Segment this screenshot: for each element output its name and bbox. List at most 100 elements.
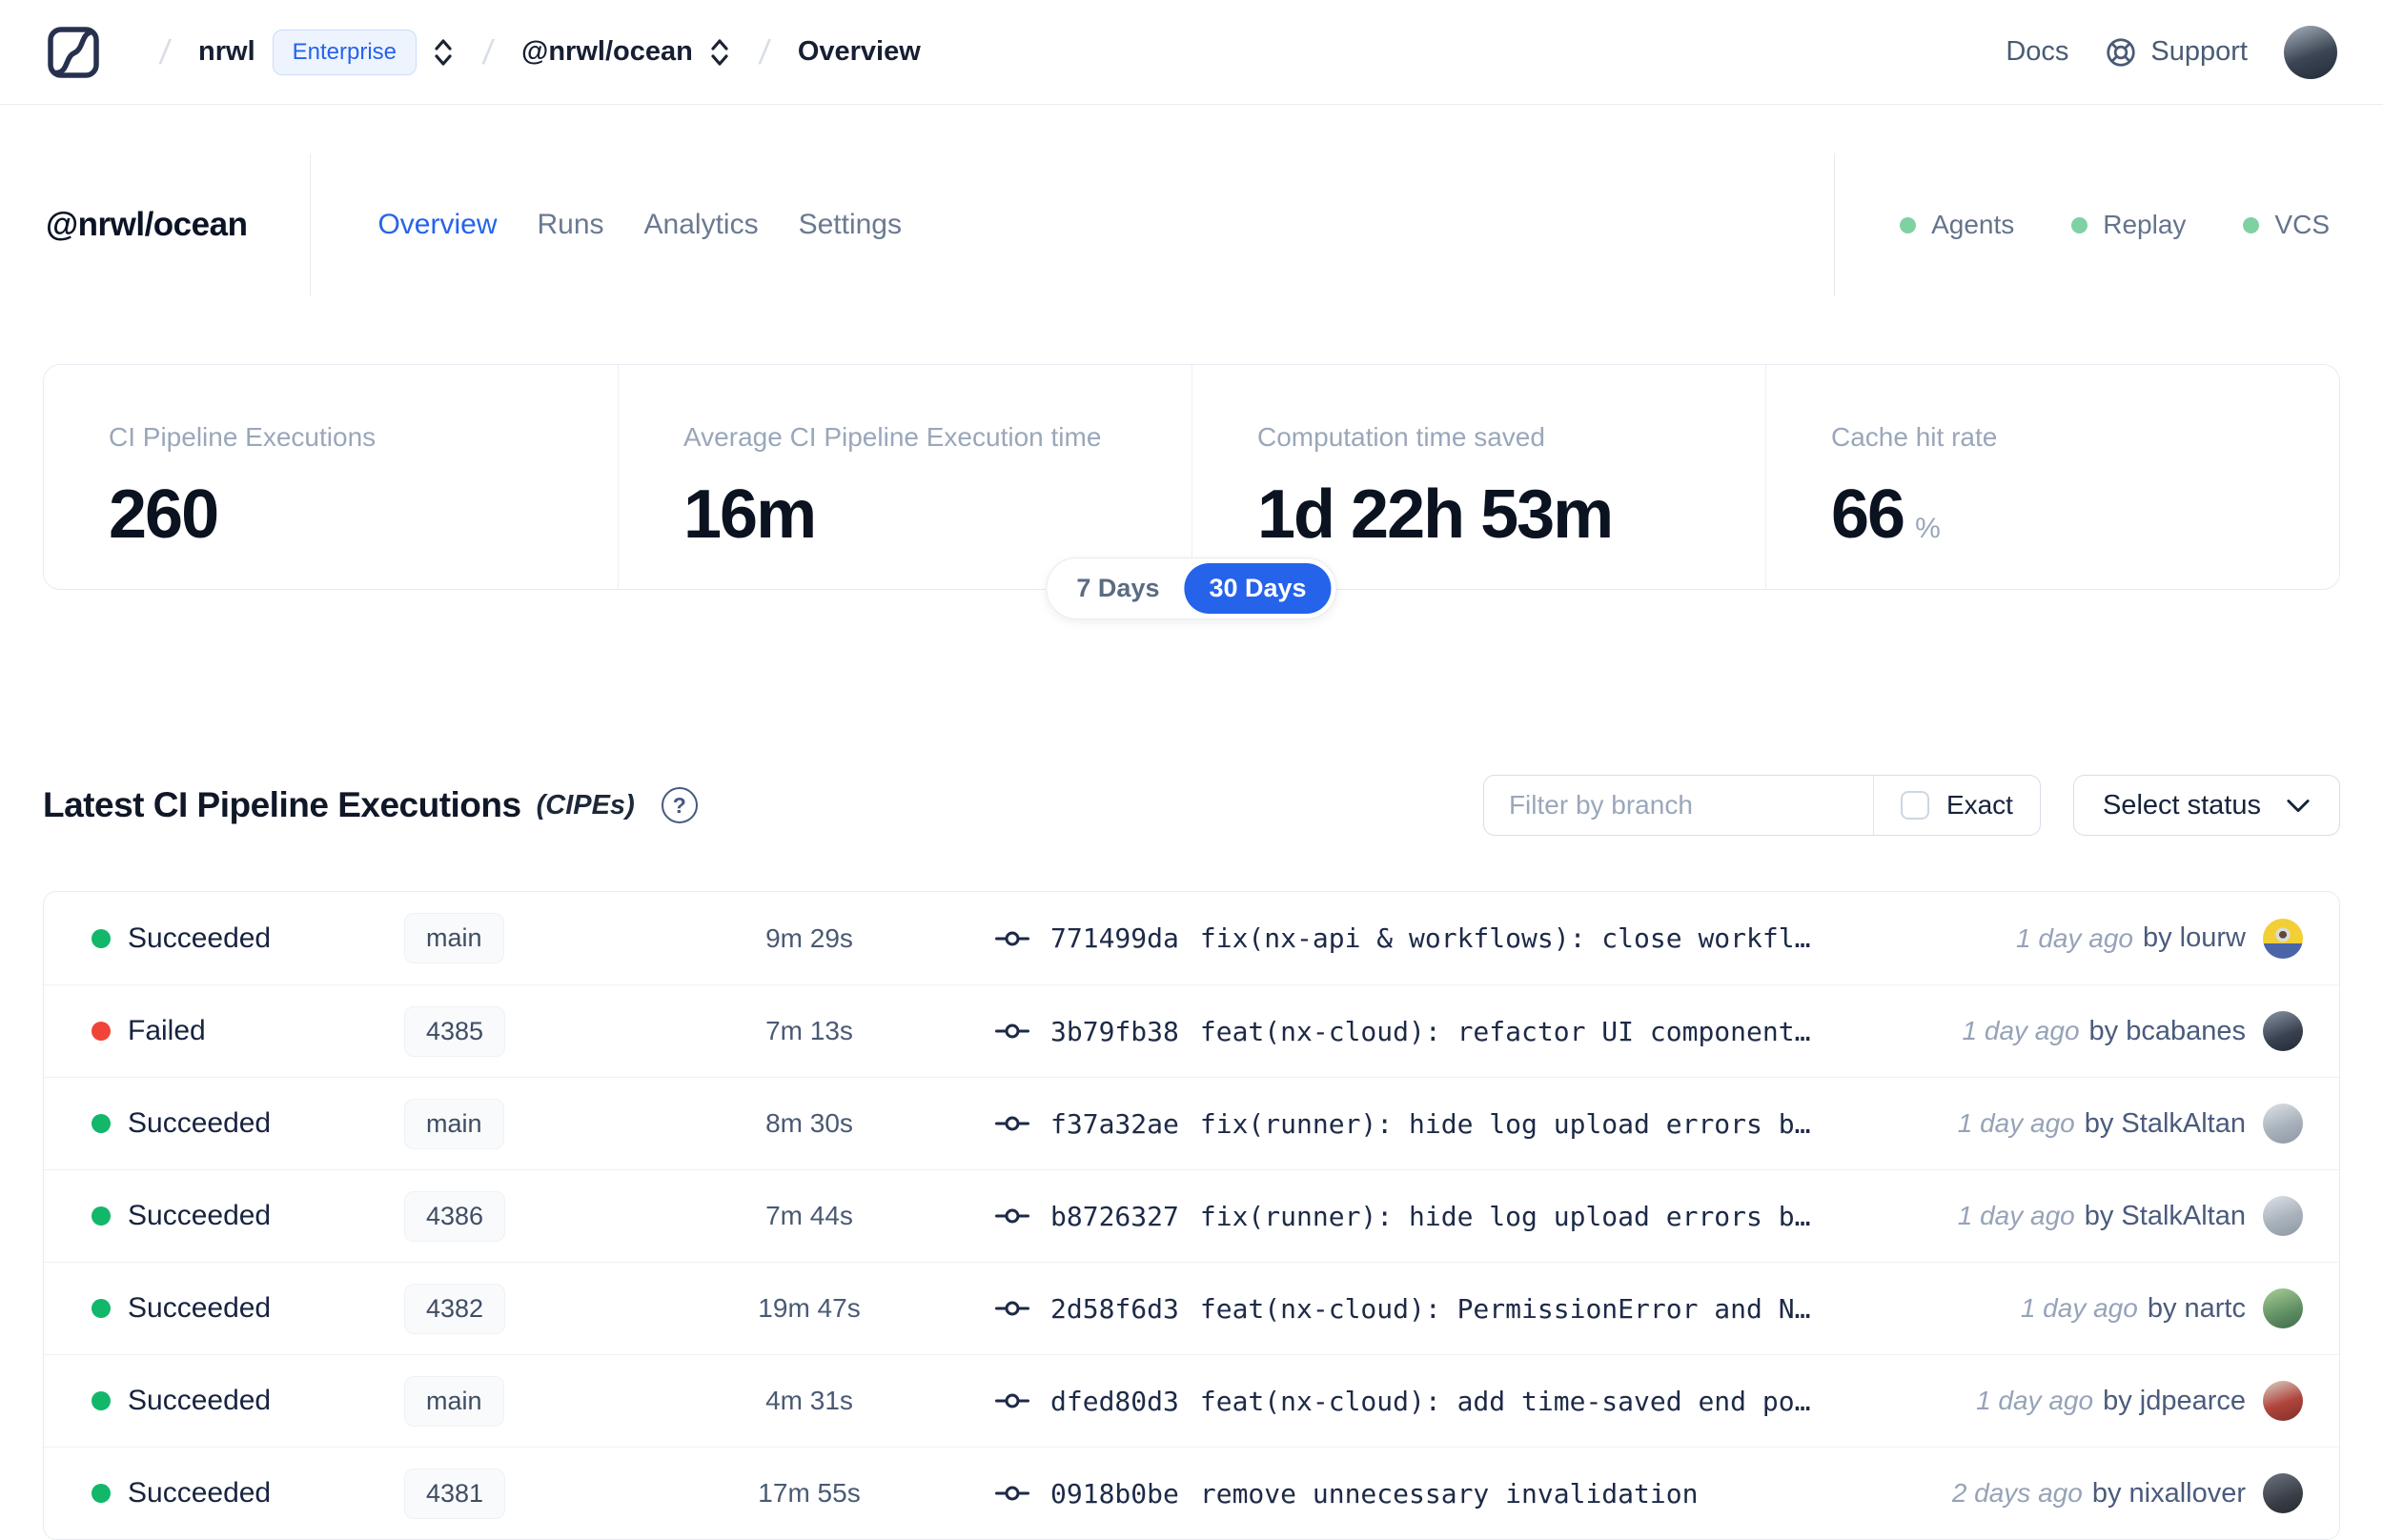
branch-badge: 4385 [404,1005,506,1057]
stat-label: Average CI Pipeline Execution time [683,422,1102,452]
commit-hash: f37a32ae [1050,1107,1179,1140]
exact-label: Exact [1945,790,2013,820]
tab-settings[interactable]: Settings [799,209,902,241]
duration: 4m 31s [765,1386,853,1415]
author: by StalkAltan [2084,1200,2246,1231]
nx-logo-icon [48,26,99,78]
commit-cell: 771499da fix(nx-api & workflows): close … [995,922,2016,954]
duration: 19m 47s [758,1293,861,1323]
commit-hash: 771499da [1050,922,1179,954]
breadcrumb-separator: / [480,31,496,71]
table-row[interactable]: Succeeded 4382 19m 47s 2d58f6d3 feat(nx-… [44,1262,2339,1354]
status-vcs[interactable]: VCS [2243,210,2330,240]
commit-message: fix(runner): hide log upload errors b… [1199,1200,1811,1232]
git-commit-icon [995,1116,1029,1131]
stat-average-execution-time: Average CI Pipeline Execution time 16m [618,365,1192,589]
author: by nixallover [2091,1477,2246,1509]
exact-checkbox[interactable] [1900,791,1929,820]
support-label: Support [2150,36,2248,67]
row-meta: 2 days ago by nixallover [1952,1473,2339,1513]
commit-message: fix(nx-api & workflows): close workfl… [1199,922,1811,954]
row-meta: 1 day ago by nartc [2021,1288,2339,1328]
green-dot-icon [2243,216,2260,233]
table-row[interactable]: Failed 4385 7m 13s 3b79fb38 feat(nx-clou… [44,984,2339,1077]
green-dot-icon [1900,216,1917,233]
breadcrumb-org[interactable]: nrwl [198,36,255,68]
tab-analytics[interactable]: Analytics [644,209,759,241]
author-avatar [2263,1104,2303,1144]
org-switcher-icon[interactable] [432,35,455,70]
top-nav: / nrwl Enterprise / @nrwl/ocean / Overvi… [0,0,2383,105]
duration: 8m 30s [765,1108,853,1138]
duration: 7m 44s [765,1201,853,1230]
table-row[interactable]: Succeeded main 8m 30s f37a32ae fix(runne… [44,1077,2339,1169]
section-title: Latest CI Pipeline Executions [43,785,521,824]
branch-badge: 4386 [404,1190,506,1242]
author: by StalkAltan [2084,1107,2246,1139]
table-row[interactable]: Succeeded main 4m 31s dfed80d3 feat(nx-c… [44,1354,2339,1447]
time-ago: 1 day ago [2020,1293,2138,1323]
green-dot-icon [2071,216,2088,233]
table-row[interactable]: Succeeded 4381 17m 55s 0918b0be remove u… [44,1447,2339,1539]
table-row[interactable]: Succeeded 4386 7m 44s b8726327 fix(runne… [44,1169,2339,1262]
commit-hash: b8726327 [1050,1200,1179,1232]
status-label: Succeeded [128,1477,272,1509]
status-replay[interactable]: Replay [2071,210,2186,240]
git-commit-icon [995,1393,1029,1408]
author: by lourw [2143,922,2246,953]
user-avatar[interactable] [2284,25,2337,79]
workspace-tabs: Overview Runs Analytics Settings [377,209,902,241]
branch-badge: 4382 [404,1283,506,1334]
breadcrumb-page[interactable]: Overview [798,36,921,68]
docs-link[interactable]: Docs [2006,36,2068,68]
status-label: Succeeded [128,1385,272,1416]
row-meta: 1 day ago by StalkAltan [1958,1104,2339,1144]
commit-cell: 2d58f6d3 feat(nx-cloud): PermissionError… [995,1293,2021,1325]
git-commit-icon [995,1023,1029,1039]
stat-computation-time-saved: Computation time saved 1d 22h 53m [1192,365,1765,589]
status-label: Succeeded [128,1292,272,1324]
divider [310,153,312,296]
commit-cell: 3b79fb38 feat(nx-cloud): refactor UI com… [995,1016,1963,1047]
author-avatar [2263,918,2303,959]
stat-label: Cache hit rate [1831,422,1998,452]
status-agents[interactable]: Agents [1900,210,2014,240]
time-ago: 1 day ago [1976,1386,2094,1415]
tab-overview[interactable]: Overview [377,209,497,241]
toggle-30-days[interactable]: 30 Days [1184,563,1332,614]
time-ago: 1 day ago [1962,1016,2080,1045]
duration: 9m 29s [765,922,853,953]
support-link[interactable]: Support [2105,36,2248,69]
author-avatar [2263,1473,2303,1513]
stat-value: 66 [1831,476,1905,553]
breadcrumb-workspace[interactable]: @nrwl/ocean [521,36,693,68]
divider [1834,153,1836,296]
time-ago: 2 days ago [1951,1478,2083,1508]
commit-hash: 2d58f6d3 [1050,1292,1179,1325]
nx-cloud-logo[interactable] [46,25,101,80]
commit-hash: 3b79fb38 [1050,1015,1179,1047]
service-status-group: Agents Replay VCS [1834,153,2337,296]
status-label: Succeeded [128,1200,272,1231]
help-icon[interactable]: ? [661,787,698,823]
tab-runs[interactable]: Runs [538,209,604,241]
time-ago: 1 day ago [1957,1201,2075,1230]
row-meta: 1 day ago by jdpearce [1976,1381,2339,1421]
table-row[interactable]: Succeeded main 9m 29s 771499da fix(nx-ap… [44,892,2339,984]
branch-filter-input[interactable] [1483,776,1873,835]
status-dot-success [92,928,111,948]
time-ago: 1 day ago [2016,922,2133,953]
status-select-dropdown[interactable]: Select status [2072,775,2340,836]
workspace-header: @nrwl/ocean Overview Runs Analytics Sett… [0,153,2383,296]
commit-cell: dfed80d3 feat(nx-cloud): add time-saved … [995,1386,1976,1417]
status-dot-success [92,1299,111,1318]
git-commit-icon [995,1486,1029,1501]
workspace-switcher-icon[interactable] [708,35,731,70]
time-ago: 1 day ago [1957,1108,2075,1138]
breadcrumb-separator: / [757,31,772,71]
status-dot-success [92,1484,111,1503]
status-replay-label: Replay [2103,210,2187,239]
status-label: Succeeded [128,1107,272,1139]
toggle-7-days[interactable]: 7 Days [1051,563,1184,614]
duration: 17m 55s [758,1478,861,1508]
